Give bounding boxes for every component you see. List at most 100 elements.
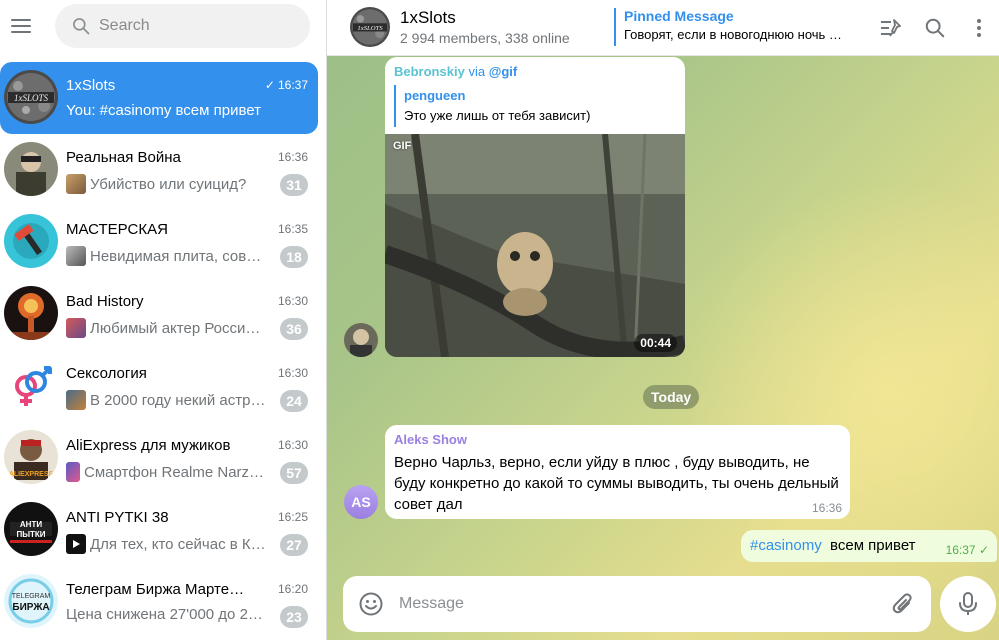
gif-media[interactable]: GIF 00:44	[385, 134, 685, 357]
chat-avatar	[4, 358, 58, 412]
unread-badge: 27	[280, 534, 308, 556]
unread-badge: 18	[280, 246, 308, 268]
chat-time: 16:30	[277, 294, 308, 308]
chat-item-anti-pytki[interactable]: АНТИ ПЫТКИ ANTI PYTKI 38 16:25 Для тех, к…	[0, 494, 318, 566]
preview-thumbnail	[66, 318, 86, 338]
attach-icon[interactable]	[889, 590, 917, 618]
chat-title: AliExpress для мужиков	[66, 437, 231, 454]
voice-record-button[interactable]	[940, 576, 996, 632]
unread-badge: 36	[280, 318, 308, 340]
svg-text:1xSLOTS: 1xSLOTS	[357, 25, 383, 32]
chat-avatar: 1xSLOTS	[4, 70, 58, 124]
reply-text: Это уже лишь от тебя зависит)	[404, 108, 591, 123]
more-options-icon[interactable]	[965, 14, 993, 42]
chat-time: 16:30	[277, 438, 308, 452]
chat-item-bad-history[interactable]: Bad History 16:30 Любимый актер Росси… 3…	[0, 278, 318, 350]
chat-list: 1xSLOTS 1xSlots ✓ 16:37 You: #casinomy вс…	[0, 62, 326, 638]
chat-time: 16:36	[277, 150, 308, 164]
chat-item-1xslots[interactable]: 1xSLOTS 1xSlots ✓ 16:37 You: #casinomy вс…	[0, 62, 318, 134]
chat-item-telegram-birzha[interactable]: TELEGRAM БИРЖА Телеграм Биржа Марте… 16:2…	[0, 566, 318, 638]
message-input[interactable]	[399, 576, 859, 632]
chat-preview: You: #casinomy всем привет	[66, 102, 261, 119]
chat-avatar: TELEGRAM БИРЖА	[4, 574, 58, 628]
sender-avatar[interactable]	[344, 323, 378, 357]
unread-badge: 57	[280, 462, 308, 484]
chat-header-subtitle: 2 994 members, 338 online	[400, 30, 570, 46]
sidebar-header	[0, 0, 326, 56]
reply-name: pengueen	[404, 88, 466, 103]
pinned-title: Pinned Message	[624, 8, 734, 24]
chat-avatar: АНТИ ПЫТКИ	[4, 502, 58, 556]
chat-title: 1xSlots	[66, 77, 116, 94]
svg-text:БИРЖА: БИРЖА	[12, 602, 49, 613]
message-sender[interactable]: Aleks Show	[394, 432, 467, 447]
pinned-list-icon[interactable]	[877, 14, 905, 42]
unread-badge: 23	[280, 606, 308, 628]
chat-time: 16:35	[277, 222, 308, 236]
message-body: Верно Чарльз, верно, если уйду в плюс , …	[394, 454, 839, 513]
chat-item-realnaya-voina[interactable]: Реальная Война 16:36 Убийство или суицид…	[0, 134, 318, 206]
message-text[interactable]: Aleks Show Верно Чарльз, верно, если уйд…	[385, 425, 850, 519]
message-composer	[343, 576, 931, 632]
chat-time: ✓ 16:37	[264, 78, 308, 92]
pinned-text: Говорят, если в новогоднюю ночь …	[624, 27, 842, 42]
search-icon[interactable]	[921, 14, 949, 42]
chat-item-aliexpress[interactable]: ALIEXPRESS AliExpress для мужиков 16:30 …	[0, 422, 318, 494]
chat-title: Bad History	[66, 293, 144, 310]
chat-header-avatar[interactable]: 1xSLOTS	[350, 7, 390, 47]
unread-badge: 24	[280, 390, 308, 412]
sender-avatar[interactable]: AS	[344, 485, 378, 519]
chat-time: 16:20	[277, 582, 308, 596]
chat-preview: Невидимая плита, сов…	[66, 246, 276, 266]
search-box[interactable]	[55, 4, 310, 48]
chat-preview: Цена снижена 27'000 до 2…	[66, 606, 263, 623]
chat-header[interactable]: 1xSLOTS 1xSlots 2 994 members, 338 onlin…	[327, 0, 999, 56]
chat-item-masterskaya[interactable]: МАСТЕРСКАЯ 16:35 Невидимая плита, сов… 1…	[0, 206, 318, 278]
hashtag-link[interactable]: #casinomy	[750, 537, 822, 554]
chat-avatar	[4, 142, 58, 196]
chat-title: Сексология	[66, 365, 147, 382]
svg-text:АНТИ: АНТИ	[20, 520, 42, 529]
chat-preview: В 2000 году некий астр…	[66, 390, 276, 410]
chat-time: 16:25	[277, 510, 308, 524]
svg-text:1xSLOTS: 1xSLOTS	[14, 93, 49, 103]
message-gif[interactable]: Bebronskiy via @gif pengueen Это уже лиш…	[385, 57, 685, 357]
svg-text:ALIEXPRESS: ALIEXPRESS	[9, 471, 54, 478]
message-outgoing[interactable]: #casinomy всем привет 16:37 ✓	[741, 530, 997, 562]
message-body: #casinomy всем привет	[750, 537, 916, 554]
message-time: 16:36	[811, 501, 842, 515]
pinned-message[interactable]: Pinned Message Говорят, если в новогодню…	[614, 8, 864, 46]
chat-title: Реальная Война	[66, 149, 181, 166]
emoji-icon[interactable]	[357, 590, 385, 618]
search-input[interactable]	[99, 4, 299, 48]
gif-label: GIF	[393, 140, 412, 152]
read-check-icon: ✓	[978, 543, 989, 557]
chat-title: МАСТЕРСКАЯ	[66, 221, 168, 238]
chat-title: ANTI PYTKI 38	[66, 509, 169, 526]
svg-text:ПЫТКИ: ПЫТКИ	[16, 530, 45, 539]
menu-icon[interactable]	[6, 8, 36, 44]
unread-badge: 31	[280, 174, 308, 196]
reply-quote[interactable]: pengueen Это уже лишь от тебя зависит)	[394, 85, 676, 127]
chat-preview: Смартфон Realme Narz…	[66, 462, 276, 482]
preview-thumbnail	[66, 462, 80, 482]
date-separator: Today	[643, 385, 700, 409]
search-icon	[73, 18, 90, 35]
chat-preview: Для тех, кто сейчас в К…	[66, 534, 276, 554]
chat-time: 16:30	[277, 366, 308, 380]
message-sender[interactable]: Bebronskiy via @gif	[394, 64, 517, 79]
microphone-icon	[959, 592, 977, 615]
chat-preview: Убийство или суицид?	[66, 174, 276, 194]
play-icon	[66, 534, 86, 554]
gif-duration: 00:44	[634, 334, 677, 352]
preview-thumbnail	[66, 174, 86, 194]
sidebar: 1xSLOTS 1xSlots ✓16:37 You: #casinomy вс…	[0, 0, 327, 640]
chat-item-seksologiya[interactable]: Сексология 16:30 В 2000 году некий астр……	[0, 350, 318, 422]
svg-text:TELEGRAM: TELEGRAM	[12, 593, 51, 600]
chat-panel: 1xSLOTS 1xSlots 2 994 members, 338 onlin…	[327, 0, 999, 640]
chat-header-title: 1xSlots	[400, 8, 456, 27]
read-check-icon: ✓	[264, 78, 275, 92]
chat-avatar: ALIEXPRESS	[4, 430, 58, 484]
chat-preview: Любимый актер Росси…	[66, 318, 276, 338]
chat-avatar	[4, 286, 58, 340]
